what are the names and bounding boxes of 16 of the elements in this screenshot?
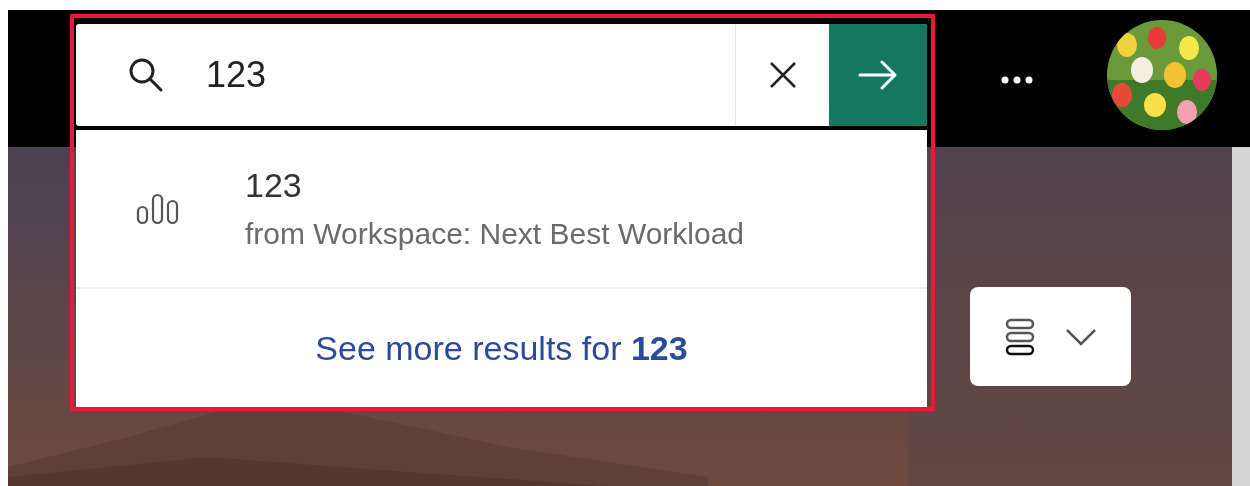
suggestion-subtitle: from Workspace: Next Best Workload — [245, 217, 745, 251]
scrollbar[interactable] — [1232, 147, 1250, 486]
search-input[interactable]: 123 — [204, 24, 735, 126]
more-icon — [1001, 76, 1033, 84]
chevron-down-icon — [1064, 327, 1097, 346]
suggestion-title: 123 — [245, 166, 303, 205]
view-button[interactable] — [970, 287, 1131, 386]
bar-chart-icon — [136, 192, 180, 225]
arrow-right-icon — [858, 59, 898, 91]
close-icon — [768, 61, 797, 89]
submit-button[interactable] — [829, 24, 927, 126]
search-icon — [128, 57, 164, 93]
search-field[interactable]: 123 — [76, 24, 927, 126]
stack-icon — [1004, 317, 1035, 356]
see-more-link[interactable]: See more results for 123 — [315, 329, 688, 368]
suggestion-item[interactable]: 123 from Workspace: Next Best Workload — [76, 130, 927, 289]
